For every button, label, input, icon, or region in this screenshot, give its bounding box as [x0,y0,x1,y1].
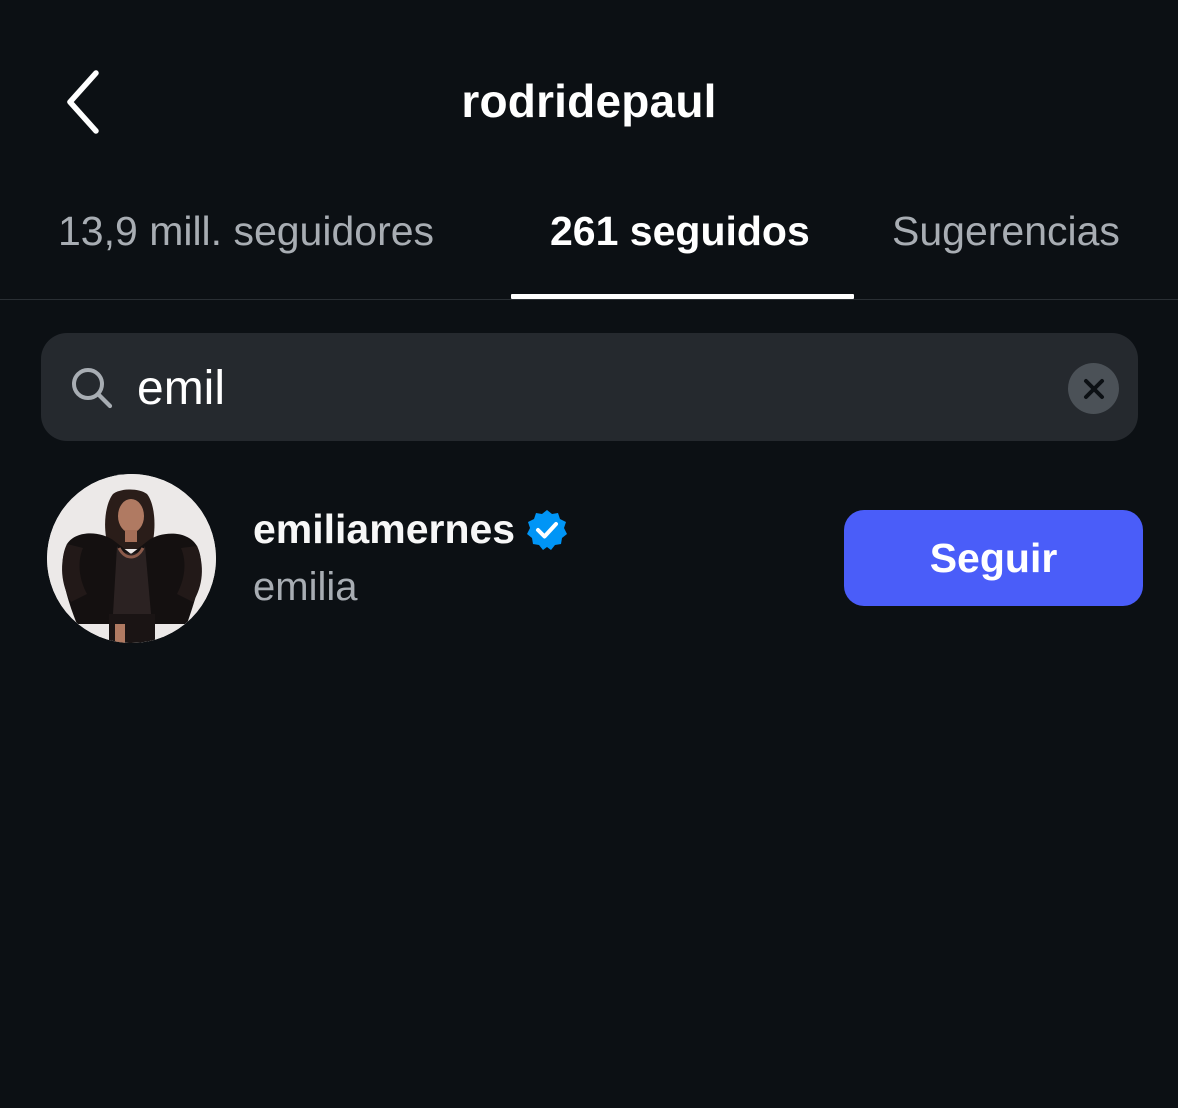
page-title: rodridepaul [461,75,717,127]
verified-badge-icon [527,509,568,550]
following-screen: rodridepaul 13,9 mill. seguidores 261 se… [0,0,1178,1108]
close-icon [1083,378,1104,399]
search-input[interactable] [137,355,1037,421]
clear-search-button[interactable] [1068,363,1119,414]
follow-button[interactable]: Seguir [844,510,1143,606]
search-icon [72,368,113,409]
avatar-photo [47,474,216,643]
tab-following[interactable]: 261 seguidos [550,208,810,255]
header: rodridepaul [0,0,1178,180]
list-item[interactable]: emiliamernes emilia Seguir [0,470,1178,645]
active-tab-indicator [511,294,854,299]
avatar[interactable] [47,474,216,643]
tab-suggestions[interactable]: Sugerencias [892,208,1120,255]
username[interactable]: emiliamernes [253,506,515,553]
tab-followers[interactable]: 13,9 mill. seguidores [58,208,434,255]
full-name: emilia [253,565,358,609]
username-line: emiliamernes [253,506,569,553]
tab-bar: 13,9 mill. seguidores 261 seguidos Suger… [0,190,1178,300]
